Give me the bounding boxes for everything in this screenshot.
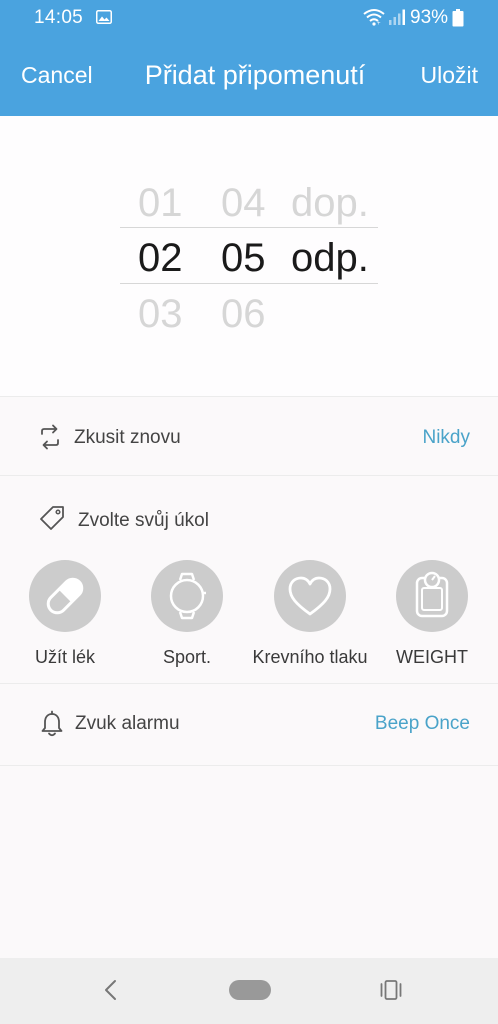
recent-apps-icon[interactable] xyxy=(378,977,404,1003)
home-button[interactable] xyxy=(229,980,271,1000)
minute-option-selected[interactable]: 05 xyxy=(221,230,266,286)
wifi-icon: + xyxy=(363,9,385,26)
period-wheel[interactable]: dop. odp. xyxy=(291,116,381,396)
task-label: Zvolte svůj úkol xyxy=(78,510,209,531)
pill-icon xyxy=(46,577,84,615)
bell-icon xyxy=(41,710,63,737)
back-icon[interactable] xyxy=(98,977,124,1003)
hour-wheel[interactable]: 01 02 03 xyxy=(138,116,194,396)
status-time: 14:05 xyxy=(34,7,84,28)
battery-icon xyxy=(452,9,464,27)
task-option-weight[interactable]: WEIGHT xyxy=(366,560,498,680)
period-option-selected[interactable]: odp. xyxy=(291,230,369,286)
alarm-sound-row[interactable]: Zvuk alarmu Beep Once xyxy=(0,684,498,766)
repeat-value[interactable]: Nikdy xyxy=(422,427,470,449)
time-picker[interactable]: 01 02 03 04 05 06 dop. odp. xyxy=(0,116,498,397)
minute-option[interactable]: 06 xyxy=(221,286,266,342)
app-bar: Cancel Přidat připomenutí Uložit xyxy=(0,36,498,116)
alarm-sound-value[interactable]: Beep Once xyxy=(375,713,470,735)
minute-option[interactable]: 04 xyxy=(221,175,266,231)
task-icon-circle xyxy=(274,560,346,632)
repeat-icon xyxy=(41,424,59,450)
minute-wheel[interactable]: 04 05 06 xyxy=(221,116,277,396)
tag-icon xyxy=(40,506,64,530)
system-navigation-bar xyxy=(0,958,498,1024)
task-icon-circle xyxy=(396,560,468,632)
svg-text:+: + xyxy=(377,21,381,26)
watch-icon xyxy=(169,572,206,620)
period-option[interactable]: dop. xyxy=(291,175,369,231)
save-button[interactable]: Uložit xyxy=(420,62,478,89)
hour-option[interactable]: 01 xyxy=(138,175,183,231)
battery-percentage: 93% xyxy=(410,7,449,28)
repeat-row[interactable]: Zkusit znovu Nikdy xyxy=(0,397,498,476)
scale-icon xyxy=(415,571,449,618)
task-option-label: WEIGHT xyxy=(396,647,468,667)
repeat-label: Zkusit znovu xyxy=(74,427,181,448)
alarm-sound-label: Zvuk alarmu xyxy=(75,713,180,734)
hour-option-selected[interactable]: 02 xyxy=(138,230,183,286)
app-header: 14:05 + 93% Cancel Přidat připomenutí Ul… xyxy=(0,0,498,116)
hour-option[interactable]: 03 xyxy=(138,286,183,342)
gallery-icon xyxy=(96,10,112,24)
heart-icon xyxy=(288,576,332,616)
task-icon-circle xyxy=(151,560,223,632)
task-icon-circle xyxy=(29,560,101,632)
status-bar: 14:05 + 93% xyxy=(0,0,498,36)
signal-icon xyxy=(389,9,405,25)
